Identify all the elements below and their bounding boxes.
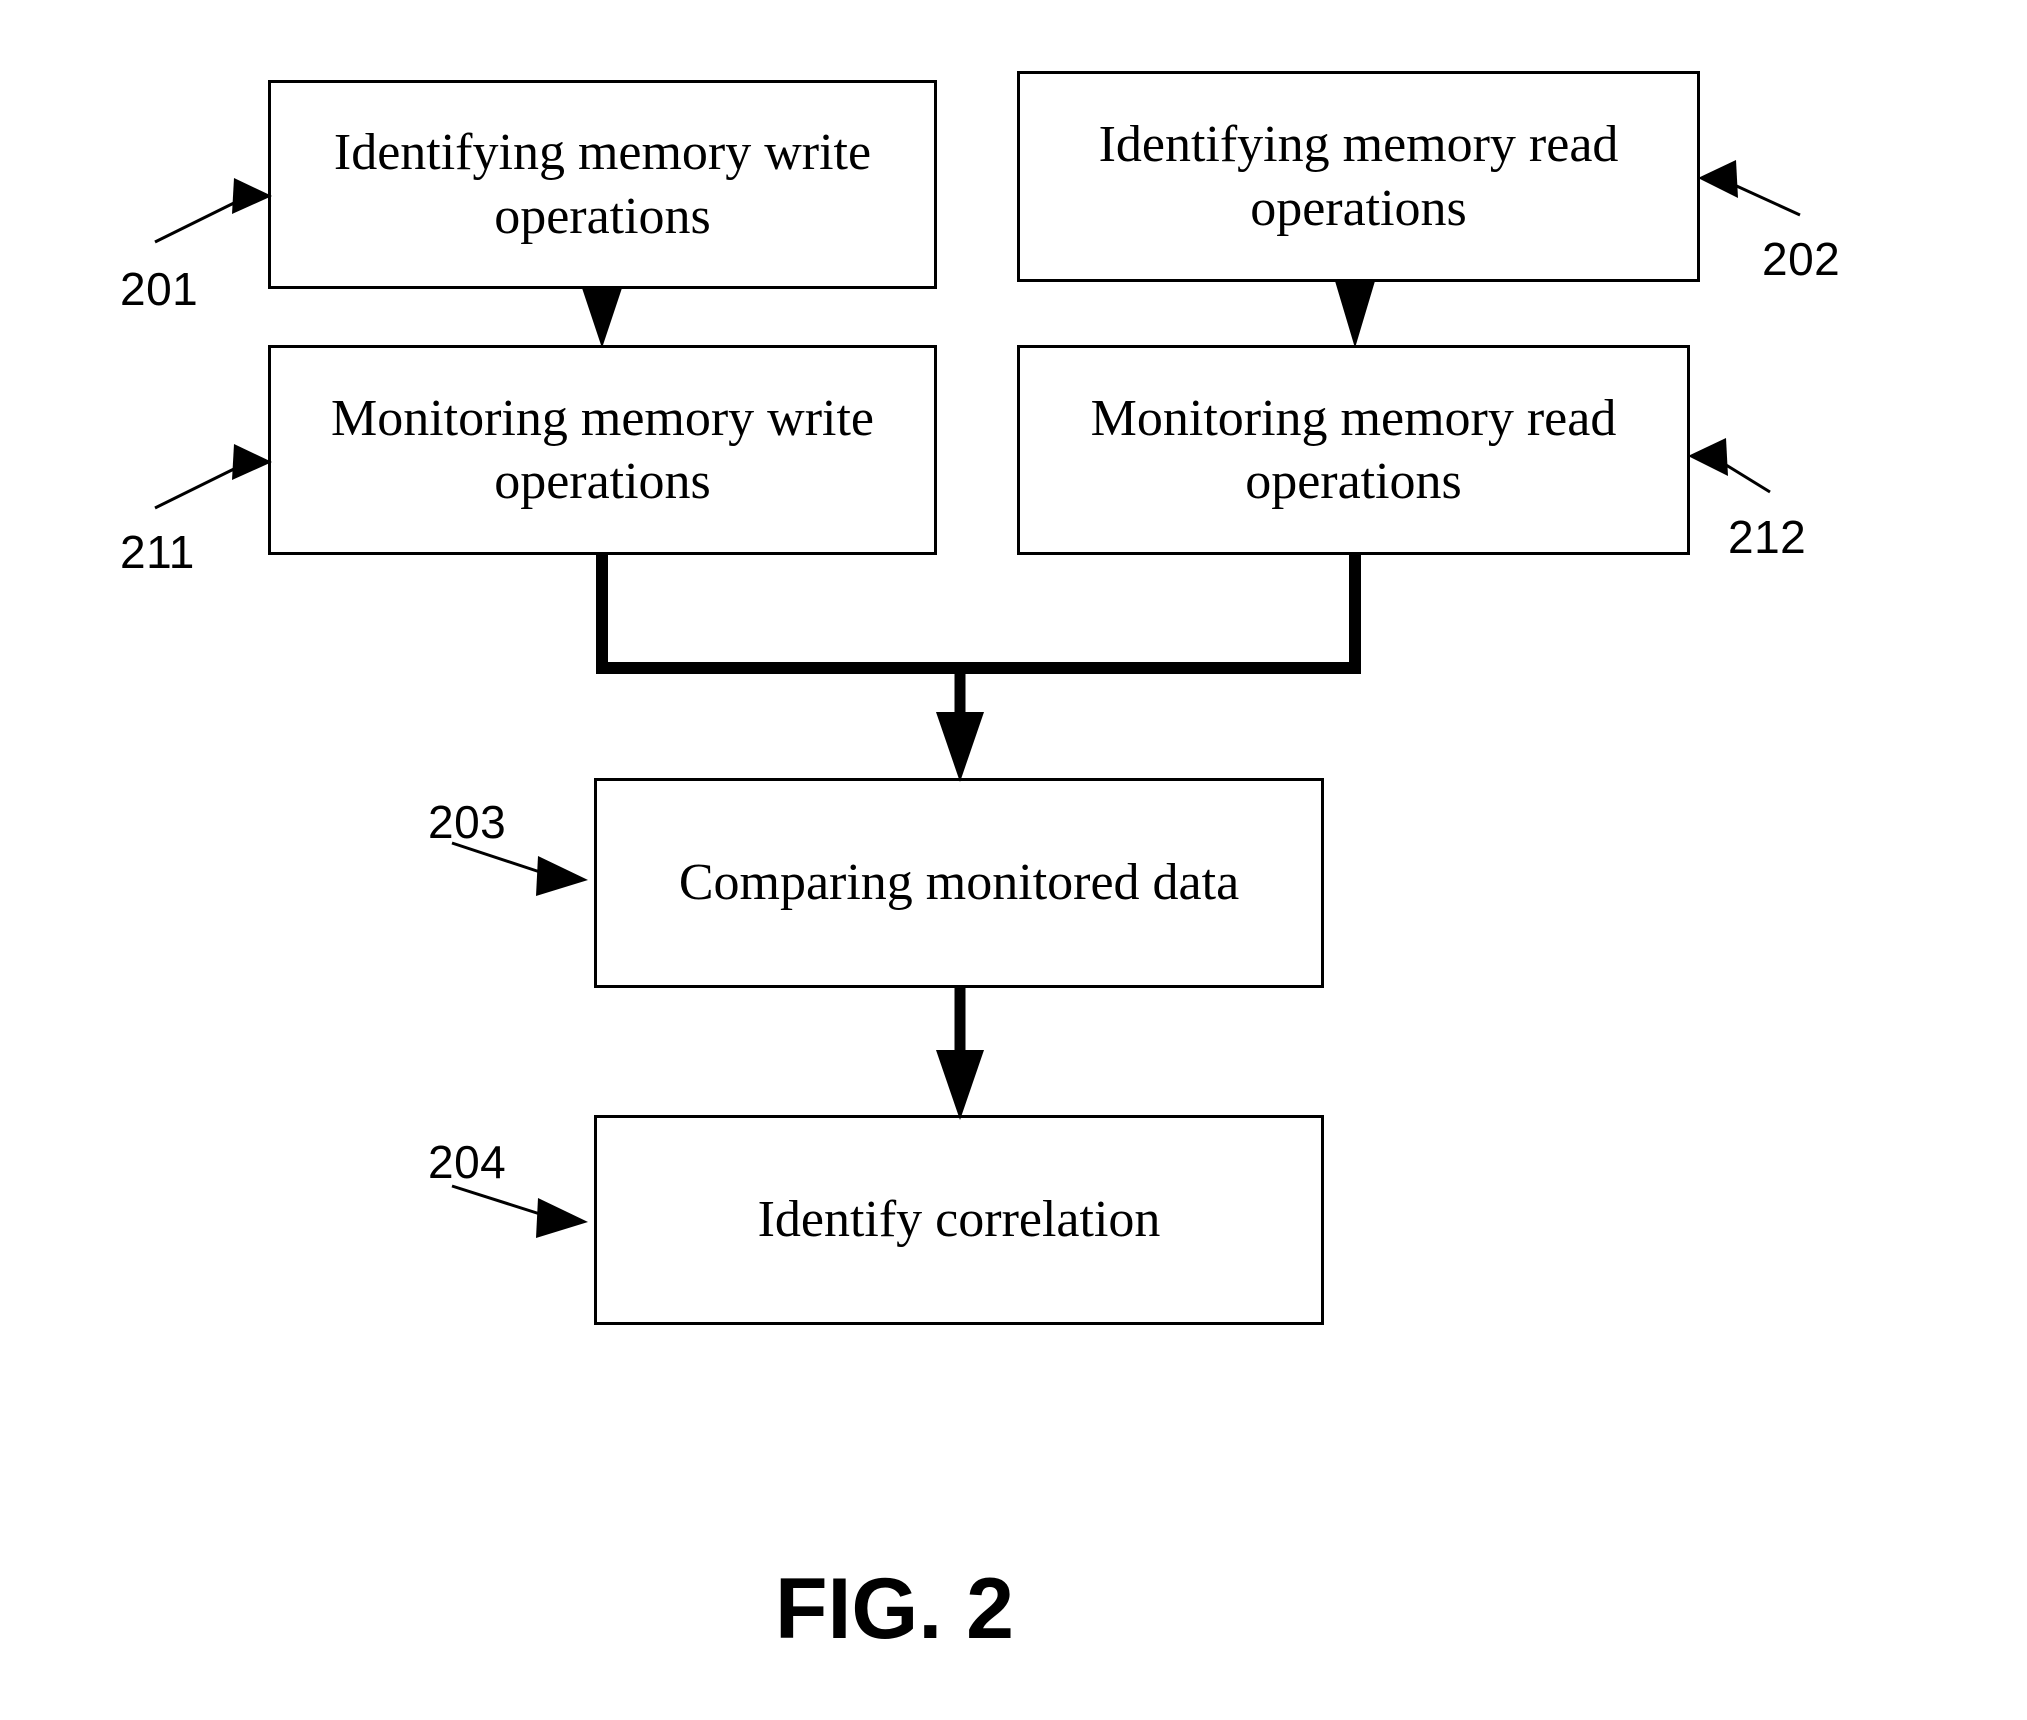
process-box-label: Identifying memory write operations xyxy=(333,124,872,245)
reference-numeral-202: 202 xyxy=(1762,233,1841,285)
reference-numeral-211: 211 xyxy=(120,526,195,578)
leader-line-201 xyxy=(154,178,272,244)
process-box-identify-correlation[interactable]: Identify correlation xyxy=(594,1115,1324,1325)
flow-arrow-identifying-write-to-monitoring-write xyxy=(582,288,622,348)
process-box-monitoring-memory-read-operations[interactable]: Monitoring memory read operations xyxy=(1017,345,1690,555)
reference-numeral-201: 201 xyxy=(120,263,199,315)
leader-line-211 xyxy=(154,444,272,510)
leader-line-212 xyxy=(1688,438,1771,494)
reference-numeral-203: 203 xyxy=(428,796,507,848)
patent-figure-page: Identifying memory write operations Iden… xyxy=(0,0,2027,1720)
process-box-monitoring-memory-write-operations[interactable]: Monitoring memory write operations xyxy=(268,345,937,555)
merge-junction-to-comparing-monitored-data xyxy=(596,555,1361,782)
process-box-label: Identifying memory read operations xyxy=(1098,116,1619,237)
leader-line-203 xyxy=(451,841,588,896)
figure-caption: FIG. 2 xyxy=(775,1561,1014,1657)
process-box-label: Identify correlation xyxy=(757,1191,1161,1249)
process-box-label: Monitoring memory write operations xyxy=(330,389,875,510)
leader-line-204 xyxy=(451,1184,588,1238)
leader-line-202 xyxy=(1698,160,1801,217)
process-box-identifying-memory-read-operations[interactable]: Identifying memory read operations xyxy=(1017,71,1700,282)
process-box-comparing-monitored-data[interactable]: Comparing monitored data xyxy=(594,778,1324,988)
reference-numeral-212: 212 xyxy=(1728,511,1807,563)
flow-arrow-identifying-read-to-monitoring-read xyxy=(1335,281,1375,348)
process-box-label: Monitoring memory read operations xyxy=(1090,389,1617,510)
reference-numeral-204: 204 xyxy=(428,1136,507,1188)
process-box-label: Comparing monitored data xyxy=(678,854,1240,912)
process-box-identifying-memory-write-operations[interactable]: Identifying memory write operations xyxy=(268,80,937,289)
flow-arrow-comparing-to-identify-correlation xyxy=(936,988,984,1120)
